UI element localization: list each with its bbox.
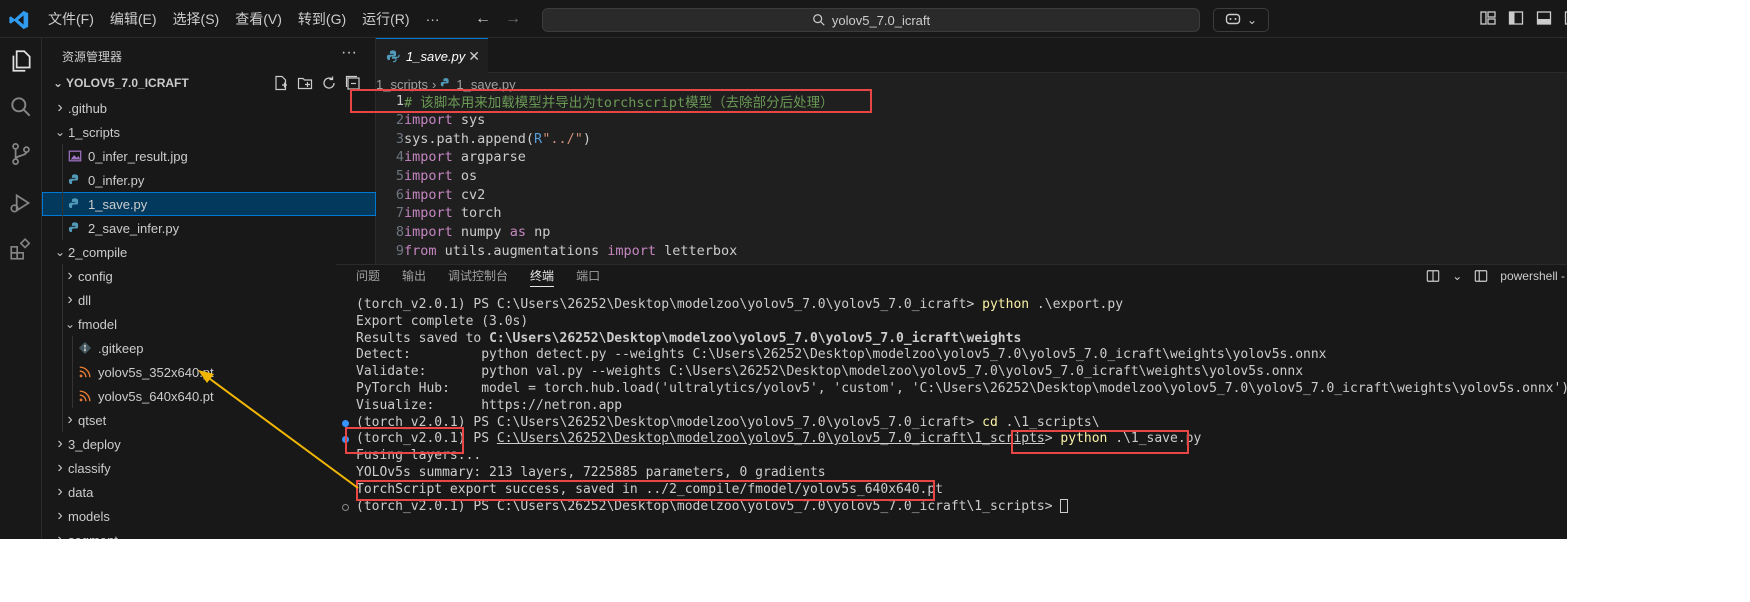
page-margin-right (1567, 0, 1750, 602)
page-margin-bottom (0, 539, 1750, 602)
annotation-arrow (198, 370, 359, 489)
vscode-window: 文件(F) 编辑(E) 选择(S) 查看(V) 转到(G) 运行(R) ··· ← → yo… (0, 0, 1750, 602)
